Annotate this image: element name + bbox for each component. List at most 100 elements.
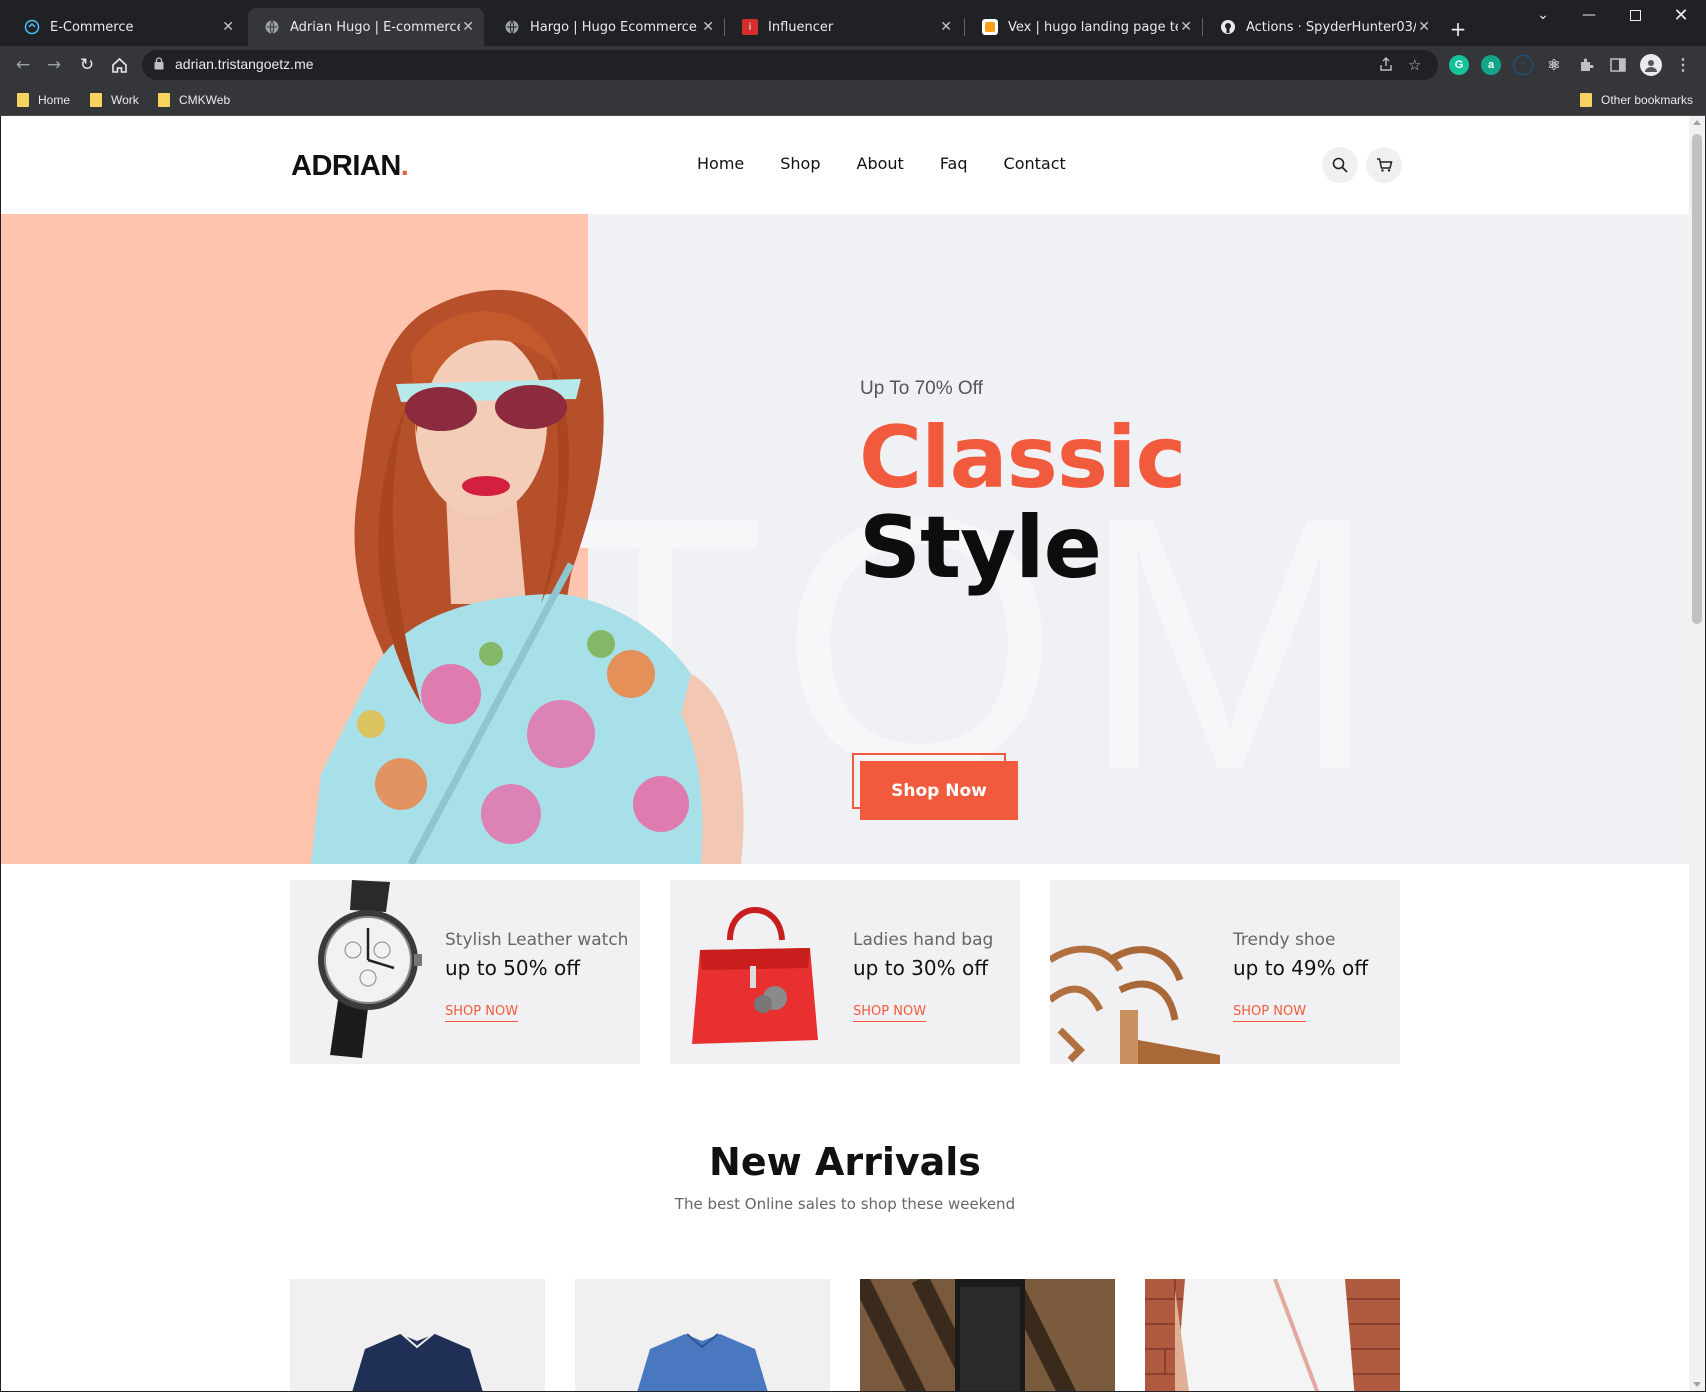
bookmark-home[interactable]: Home <box>17 90 70 110</box>
minimize-button[interactable]: — <box>1566 0 1612 30</box>
navy-shirt-image <box>352 1333 483 1391</box>
share-icon[interactable] <box>1378 56 1394 76</box>
hero-banner: TOM Up To 70% Off Classic Style Shop Now <box>1 214 1689 864</box>
forward-arrow-icon[interactable]: → <box>43 54 65 76</box>
bookmark-work[interactable]: Work <box>90 90 139 110</box>
new-tab-button[interactable]: + <box>1443 14 1473 44</box>
vex-favicon-icon <box>982 19 998 35</box>
promo-card-shoe[interactable]: Trendy shoe up to 49% off SHOP NOW <box>1050 880 1400 1064</box>
bookmark-star-icon[interactable]: ☆ <box>1408 56 1421 74</box>
tab-ecommerce[interactable]: E-Commerce ✕ <box>8 8 244 46</box>
folder-icon <box>17 93 29 107</box>
tab-separator <box>1202 18 1203 36</box>
wristwatch-image <box>318 880 422 1058</box>
page-viewport: ADRIAN. Home Shop About Faq Contact TOM <box>1 116 1689 1391</box>
hero-title-line2: Style <box>859 498 1102 598</box>
nav-home[interactable]: Home <box>697 154 744 173</box>
nav-shop[interactable]: Shop <box>780 154 820 173</box>
reload-icon[interactable]: ↻ <box>76 54 98 76</box>
search-icon <box>1332 157 1348 173</box>
tab-title: Hargo | Hugo Ecommerce Site <box>530 19 700 35</box>
watch-strap-image <box>860 1279 1115 1391</box>
product-card[interactable] <box>1145 1279 1400 1391</box>
side-panel-icon[interactable] <box>1608 55 1628 75</box>
tab-strip: E-Commerce ✕ Adrian Hugo | E-commerce te… <box>0 0 1706 46</box>
promo-shop-link[interactable]: SHOP NOW <box>853 1004 927 1022</box>
home-icon[interactable] <box>108 54 130 76</box>
product-card[interactable] <box>860 1279 1115 1391</box>
close-tab-icon[interactable]: ✕ <box>1418 19 1430 35</box>
close-tab-icon[interactable]: ✕ <box>1180 19 1192 35</box>
promo-cards: Stylish Leather watch up to 50% off SHOP… <box>290 880 1402 1064</box>
cart-button[interactable] <box>1366 147 1402 183</box>
product-card[interactable] <box>575 1279 830 1391</box>
red-handbag-image <box>692 907 818 1044</box>
search-button[interactable] <box>1322 147 1358 183</box>
tab-influencer[interactable]: i Influencer ✕ <box>726 8 962 46</box>
bookmark-label: Home <box>38 93 71 107</box>
a-extension-icon[interactable]: a <box>1481 55 1501 75</box>
browser-chrome: E-Commerce ✕ Adrian Hugo | E-commerce te… <box>0 0 1706 116</box>
react-devtools-icon[interactable]: ⚛ <box>1544 55 1564 75</box>
lock-icon <box>154 57 164 70</box>
tab-hargo[interactable]: Hargo | Hugo Ecommerce Site ✕ <box>488 8 724 46</box>
extension-icon[interactable]: · <box>1513 55 1533 75</box>
brick-wall-person-image <box>1145 1279 1400 1391</box>
hero-model-image <box>311 289 744 864</box>
main-nav: Home Shop About Faq Contact <box>697 154 1066 173</box>
bookmark-cmkweb[interactable]: CMKWeb <box>158 90 230 110</box>
back-arrow-icon[interactable]: ← <box>12 54 34 76</box>
promo-offer: up to 30% off <box>853 956 988 980</box>
scroll-up-arrow-icon[interactable] <box>1693 120 1701 125</box>
close-tab-icon[interactable]: ✕ <box>702 19 714 35</box>
promo-offer: up to 50% off <box>445 956 580 980</box>
profile-avatar[interactable] <box>1640 54 1662 76</box>
blue-shirt-image <box>637 1333 768 1391</box>
promo-card-watch[interactable]: Stylish Leather watch up to 50% off SHOP… <box>290 880 640 1064</box>
url-text: adrian.tristangoetz.me <box>175 56 314 72</box>
promo-shop-link[interactable]: SHOP NOW <box>1233 1004 1307 1022</box>
logo-text: ADRIAN <box>291 150 401 182</box>
address-bar[interactable]: adrian.tristangoetz.me ☆ <box>142 50 1438 80</box>
promo-shop-link[interactable]: SHOP NOW <box>445 1004 519 1022</box>
shop-now-button[interactable]: Shop Now <box>860 761 1018 820</box>
scrollbar-thumb[interactable] <box>1692 134 1702 624</box>
close-tab-icon[interactable]: ✕ <box>940 19 952 35</box>
tab-adrian-hugo[interactable]: Adrian Hugo | E-commerce temp ✕ <box>248 8 484 46</box>
product-card[interactable] <box>290 1279 545 1391</box>
kebab-menu-icon[interactable]: ⋮ <box>1673 55 1693 75</box>
promo-name: Stylish Leather watch <box>445 930 629 950</box>
tab-github-actions[interactable]: Actions · SpyderHunter03/hugo- ✕ <box>1204 8 1440 46</box>
globe-icon <box>264 19 280 35</box>
strappy-heels-image <box>1050 945 1220 1064</box>
promo-offer: up to 49% off <box>1233 956 1368 980</box>
site-logo[interactable]: ADRIAN. <box>291 150 409 183</box>
nav-contact[interactable]: Contact <box>1004 154 1066 173</box>
globe-icon <box>504 19 520 35</box>
nav-faq[interactable]: Faq <box>940 154 968 173</box>
tab-separator <box>964 18 965 36</box>
grammarly-extension-icon[interactable]: G <box>1449 55 1469 75</box>
tab-title: Vex | hugo landing page templat <box>1008 19 1178 35</box>
nav-about[interactable]: About <box>857 154 904 173</box>
tab-title: Influencer <box>768 19 834 35</box>
other-bookmarks[interactable]: Other bookmarks <box>1580 90 1693 110</box>
promo-name: Ladies hand bag <box>853 930 994 950</box>
page-scrollbar[interactable] <box>1689 116 1705 1391</box>
puzzle-extensions-icon[interactable] <box>1576 55 1596 75</box>
folder-icon <box>158 93 170 107</box>
hero-title-line1: Classic <box>859 408 1186 508</box>
cart-icon <box>1376 158 1392 172</box>
tab-search-button[interactable]: ⌄ <box>1520 0 1566 30</box>
tab-vex[interactable]: Vex | hugo landing page templat ✕ <box>966 8 1202 46</box>
maximize-button[interactable] <box>1612 0 1658 30</box>
close-tab-icon[interactable]: ✕ <box>462 19 474 35</box>
tab-title: Adrian Hugo | E-commerce temp <box>290 19 460 35</box>
close-window-button[interactable]: ✕ <box>1658 0 1704 30</box>
tab-title: Actions · SpyderHunter03/hugo- <box>1246 19 1416 35</box>
scroll-down-arrow-icon[interactable] <box>1693 1382 1701 1387</box>
close-tab-icon[interactable]: ✕ <box>222 19 234 35</box>
promo-card-handbag[interactable]: Ladies hand bag up to 30% off SHOP NOW <box>670 880 1020 1064</box>
tab-title: E-Commerce <box>50 19 134 35</box>
ecommerce-favicon-icon <box>24 19 40 35</box>
